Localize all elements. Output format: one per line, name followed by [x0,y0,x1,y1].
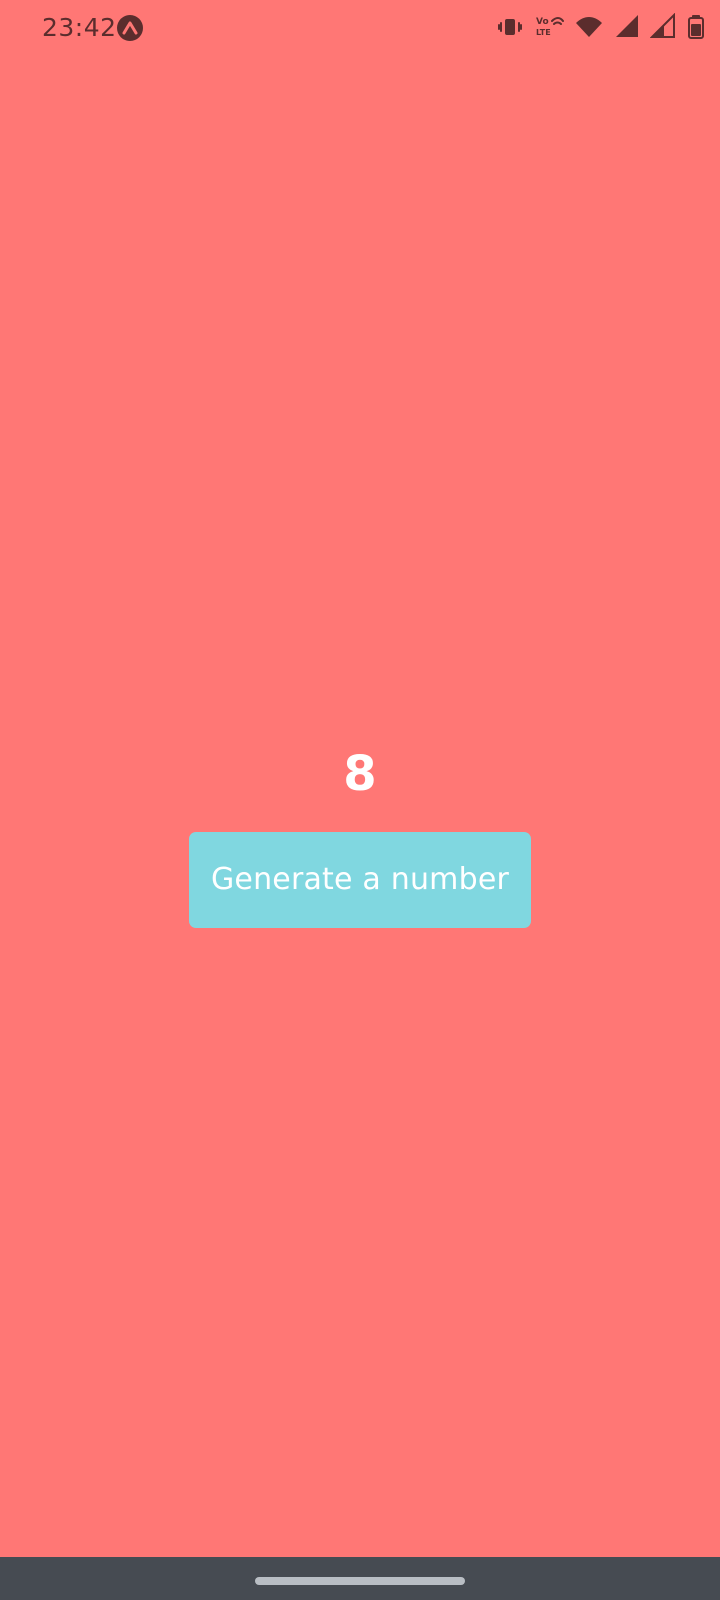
app-content: 8 Generate a number [0,56,720,1556]
battery-icon [686,13,706,41]
status-time: 23:42 [42,13,117,42]
system-navigation-bar [0,1557,720,1600]
home-gesture-handle[interactable] [255,1577,465,1585]
vibrate-icon [496,13,524,41]
signal-icon [614,13,640,41]
wifi-icon [574,13,604,41]
generated-number: 8 [343,746,377,802]
generate-number-button[interactable]: Generate a number [189,832,531,928]
status-icons: Vo LTE [496,12,706,42]
signal-2-icon [650,13,676,41]
app-badge-icon [116,14,144,42]
volte-icon: Vo LTE [534,13,564,41]
status-bar: 23:42 Vo LTE [0,0,720,56]
svg-text:Vo: Vo [536,17,549,27]
svg-text:LTE: LTE [536,28,551,37]
